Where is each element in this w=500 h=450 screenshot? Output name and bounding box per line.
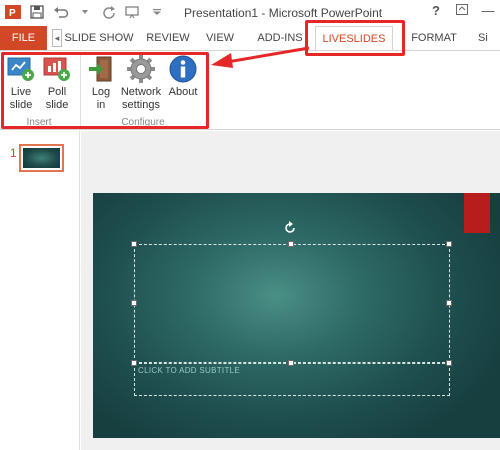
- login-icon: [86, 54, 116, 84]
- tab-slide-show[interactable]: SLIDE SHOW: [64, 26, 134, 50]
- live-slide-button[interactable]: Live slide: [4, 54, 38, 112]
- live-slide-icon: [6, 54, 36, 84]
- tab-format[interactable]: FORMAT: [404, 26, 464, 50]
- rotate-handle-icon[interactable]: [283, 221, 297, 235]
- poll-slide-label-1: Poll: [47, 86, 67, 98]
- resize-handle[interactable]: [446, 360, 452, 366]
- slide-thumbnails-pane: [0, 131, 80, 450]
- resize-handle[interactable]: [131, 300, 137, 306]
- resize-handle[interactable]: [288, 360, 294, 366]
- about-label: About: [168, 86, 198, 98]
- gear-icon: [126, 54, 156, 84]
- resize-handle[interactable]: [131, 241, 137, 247]
- poll-slide-icon: [42, 54, 72, 84]
- redo-icon[interactable]: [100, 3, 118, 21]
- log-in-label-2: in: [96, 99, 106, 111]
- resize-handle[interactable]: [288, 241, 294, 247]
- poll-slide-button[interactable]: Poll slide: [40, 54, 74, 112]
- help-button[interactable]: ?: [428, 3, 444, 18]
- group-label-insert: Insert: [26, 117, 52, 128]
- tab-file[interactable]: FILE: [0, 26, 47, 50]
- save-icon[interactable]: [28, 3, 46, 21]
- undo-dropdown-icon[interactable]: [76, 3, 94, 21]
- log-in-button[interactable]: Log in: [86, 54, 116, 112]
- slide-number: 1: [10, 146, 17, 160]
- about-button[interactable]: About: [166, 54, 200, 99]
- slide-thumbnail[interactable]: [19, 144, 64, 172]
- tab-scroll-left-button[interactable]: ◂: [52, 29, 62, 47]
- log-in-label-1: Log: [91, 86, 111, 98]
- resize-handle[interactable]: [446, 300, 452, 306]
- sign-in-link[interactable]: Si: [478, 26, 500, 50]
- network-settings-label-1: Network: [120, 86, 162, 98]
- tab-review[interactable]: REVIEW: [140, 26, 196, 50]
- ribbon-display-options-icon[interactable]: [454, 3, 470, 18]
- window-controls: ? —: [428, 3, 496, 18]
- subtitle-placeholder-text: CLICK TO ADD SUBTITLE: [138, 366, 241, 375]
- info-icon: [168, 54, 198, 84]
- title-bar: P Presentation1 - Microsoft PowerPoint ?…: [0, 0, 500, 26]
- network-settings-label-2: settings: [122, 99, 160, 111]
- svg-text:P: P: [9, 8, 16, 19]
- tab-liveslides[interactable]: LIVESLIDES: [315, 26, 393, 50]
- quick-access-toolbar: P: [4, 3, 166, 21]
- annotation-arrow-icon: [211, 46, 310, 68]
- live-slide-label-1: Live: [10, 86, 32, 98]
- powerpoint-logo-icon: P: [4, 3, 22, 21]
- title-placeholder[interactable]: [134, 244, 450, 363]
- window-title: Presentation1 - Microsoft PowerPoint: [184, 6, 383, 20]
- network-settings-button[interactable]: Network settings: [118, 54, 164, 112]
- poll-slide-label-2: slide: [45, 99, 69, 111]
- minimize-button[interactable]: —: [480, 3, 496, 18]
- undo-icon[interactable]: [52, 3, 70, 21]
- resize-handle[interactable]: [446, 241, 452, 247]
- customize-toolbar-icon[interactable]: [148, 3, 166, 21]
- start-from-beginning-icon[interactable]: [124, 3, 142, 21]
- resize-handle[interactable]: [131, 360, 137, 366]
- slide-accent-tab: [464, 193, 490, 233]
- live-slide-label-2: slide: [9, 99, 33, 111]
- group-label-configure: Configure: [121, 117, 165, 128]
- group-separator: [80, 55, 81, 127]
